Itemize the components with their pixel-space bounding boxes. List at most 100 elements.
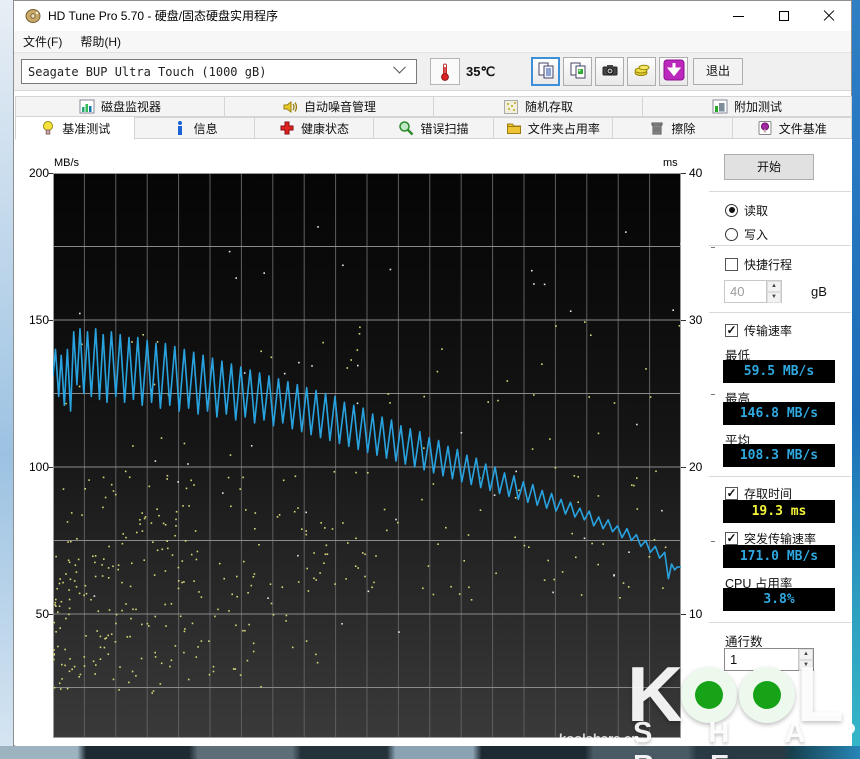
write-mode-option[interactable]: 写入 [725,226,768,242]
start-button[interactable]: 开始 [724,154,814,180]
error-scan-icon [398,120,414,136]
left-axis-unit: MB/s [54,157,80,169]
access-time-checkbox[interactable]: ✓ [725,486,738,500]
tab-错误扫描[interactable]: 错误扫描 [374,117,494,139]
right-axis-tick: 40 [689,166,703,180]
temperature-value: 35℃ [466,64,496,79]
tab-文件基准[interactable]: 文件基准 [732,117,852,139]
hdtune-window: HD Tune Pro 5.70 - 硬盘/固态硬盘实用程序 文件(F) 帮助(… [13,0,855,759]
right-axis-tick: 20 [689,460,703,474]
transfer-rate-checkbox[interactable]: ✓ [725,323,738,337]
separator [709,191,851,192]
noise-speaker-icon [282,99,298,115]
thermometer-icon [441,63,449,81]
read-radio[interactable] [725,203,738,217]
spinner-arrows[interactable]: ▲ ▼ [766,281,781,303]
screenshot-camera-button[interactable] [595,57,624,86]
read-radio-label: 读取 [744,203,769,218]
tab-row-top: 磁盘监视器 自动噪音管理 随机存取 附加测试 [15,96,852,117]
spinner-arrows[interactable]: ▲ ▼ [798,649,813,671]
temperature-button[interactable] [430,58,460,85]
left-axis-tick: 50 [35,607,49,621]
tab-label: 健康状态 [301,121,350,136]
spin-up-icon[interactable]: ▲ [767,281,781,292]
maximize-button[interactable] [761,1,806,31]
menu-help[interactable]: 帮助(H) [71,31,130,53]
read-mode-option[interactable]: 读取 [725,202,768,218]
tab-label: 随机存取 [524,100,573,114]
right-axis-unit: ms [663,157,678,169]
maximize-icon [778,11,789,21]
minimize-button[interactable] [716,1,761,31]
max-value: 146.8 MB/s [723,402,835,425]
tab-label: 磁盘监视器 [100,100,161,114]
tick-mark [681,467,686,468]
burst-rate-label: 突发传输速率 [744,531,817,546]
separator [709,476,851,477]
download-button[interactable] [659,57,688,86]
menu-file[interactable]: 文件(F) [14,31,71,53]
passes-spinner[interactable]: 1 ▲ ▼ [724,648,814,671]
window-title: HD Tune Pro 5.70 - 硬盘/固态硬盘实用程序 [48,9,279,23]
copy-text-button[interactable] [531,57,560,86]
burst-rate-option[interactable]: ✓ 突发传输速率 [725,530,816,546]
titlebar[interactable]: HD Tune Pro 5.70 - 硬盘/固态硬盘实用程序 [14,1,851,31]
tab-信息[interactable]: 信息 [135,117,255,139]
save-results-button[interactable] [627,57,656,86]
left-axis-tick: 150 [28,313,49,327]
save-results-icon [633,61,651,82]
passes-value: 1 [730,652,738,667]
burst-rate-checkbox[interactable]: ✓ [725,531,738,545]
transfer-rate-option[interactable]: ✓ 传输速率 [725,322,792,338]
tab-健康状态[interactable]: 健康状态 [254,117,375,139]
screen: HD Tune Pro 5.70 - 硬盘/固态硬盘实用程序 文件(F) 帮助(… [0,0,860,759]
write-radio[interactable] [725,227,738,241]
tick-mark [681,320,686,321]
random-access-icon [503,99,519,115]
short-stroke-unit: gB [811,284,827,299]
benchmark-pane: MB/s ms 200 150 100 50 40 30 20 10 开始 读取 写入 快捷行… [15,139,855,759]
drive-select-value: Seagate BUP Ultra Touch (1000 gB) [28,64,267,79]
copy-image-button[interactable] [563,57,592,86]
tab-文件夹占用率[interactable]: 文件夹占用率 [493,117,614,139]
desktop-background-left [0,0,13,759]
separator [709,622,851,623]
benchmark-bulb-icon [40,120,56,136]
desktop-background-bottom [0,746,860,759]
transfer-rate-label: 传输速率 [744,323,793,338]
tab-磁盘监视器[interactable]: 磁盘监视器 [15,96,225,117]
close-button[interactable] [806,1,851,31]
tab-擦除[interactable]: 擦除 [613,117,733,139]
copy-image-icon [569,61,587,82]
spin-up-icon[interactable]: ▲ [799,649,813,660]
separator [709,312,851,313]
tab-自动噪音管理[interactable]: 自动噪音管理 [225,96,434,117]
exit-button[interactable]: 退出 [693,58,743,85]
minimize-icon [733,15,744,17]
separator [709,245,851,246]
download-icon [663,59,685,84]
short-stroke-checkbox[interactable] [725,257,738,271]
minor-tick-mark [711,393,715,395]
minor-tick-mark [711,540,715,542]
short-stroke-size-value: 40 [730,284,745,299]
left-axis-tick: 100 [28,460,49,474]
tab-label: 文件夹占用率 [527,121,600,136]
drive-select[interactable]: Seagate BUP Ultra Touch (1000 gB) [21,59,417,84]
tab-随机存取[interactable]: 随机存取 [434,96,643,117]
spin-down-icon[interactable]: ▼ [767,292,781,303]
access-time-option[interactable]: ✓ 存取时间 [725,485,792,501]
tab-row-bottom: 基准测试 信息 健康状态 错误扫描 文件夹占用率 擦除 文件基准 [15,116,852,140]
tab-label: 文件基准 [778,121,827,136]
tab-附加测试[interactable]: 附加测试 [643,96,852,117]
tick-mark [681,173,686,174]
minor-tick-mark [711,246,715,248]
spin-down-icon[interactable]: ▼ [799,660,813,671]
access-time-value: 19.3 ms [723,500,835,523]
left-axis-tick: 200 [28,166,49,180]
short-stroke-size-spinner[interactable]: 40 ▲ ▼ [724,280,782,303]
short-stroke-option[interactable]: 快捷行程 [725,256,792,272]
short-stroke-label: 快捷行程 [744,257,793,272]
tab-基准测试[interactable]: 基准测试 [15,116,136,140]
tab-label: 错误扫描 [420,121,469,136]
